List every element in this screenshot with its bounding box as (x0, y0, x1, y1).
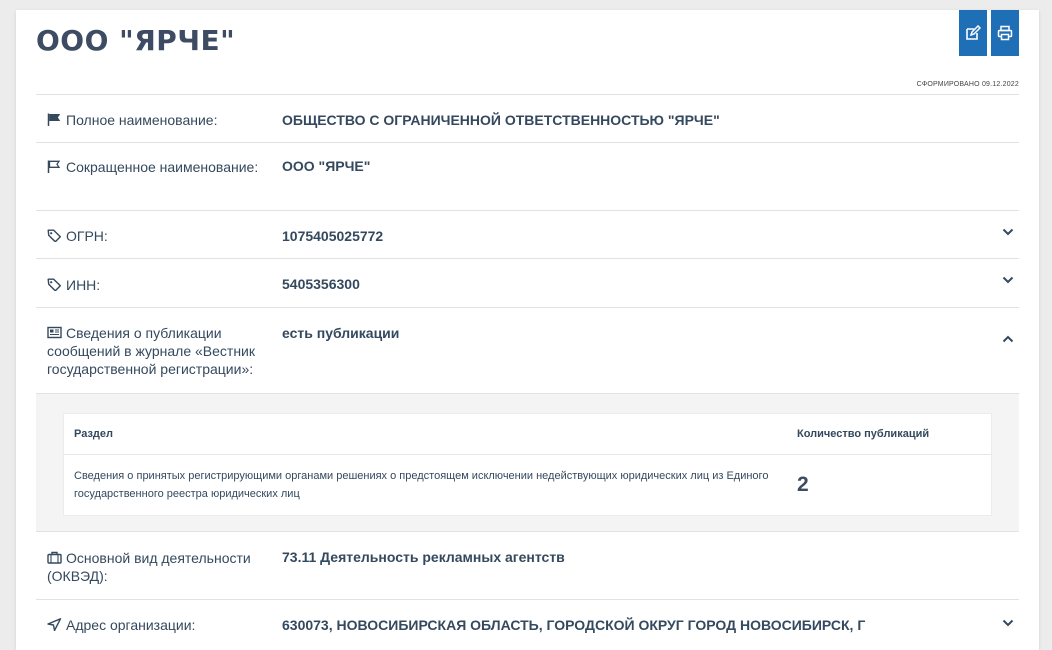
chevron-up-icon[interactable] (1001, 332, 1015, 346)
row-value: 73.11 Деятельность рекламных агентств (282, 549, 565, 565)
publications-panel: Раздел Количество публикаций Сведения о … (36, 393, 1019, 531)
chevron-down-icon[interactable] (1001, 273, 1015, 287)
row-full-name: Полное наименование: ОБЩЕСТВО С ОГРАНИЧЕ… (36, 94, 1019, 142)
tag-icon (47, 229, 61, 242)
row-label: Сокращенное наименование: (66, 159, 259, 175)
row-inn[interactable]: ИНН: 5405356300 (36, 258, 1019, 307)
row-address[interactable]: Адрес организации: 630073, НОВОСИБИРСКАЯ… (36, 599, 1019, 649)
row-label: ОГРН: (66, 228, 108, 244)
edit-icon (966, 25, 981, 40)
column-header-count: Количество публикаций (797, 428, 930, 440)
print-button[interactable] (991, 10, 1019, 56)
tag-icon (47, 278, 61, 291)
table-header: Раздел Количество публикаций (64, 414, 991, 455)
row-label: Адрес организации: (66, 617, 196, 633)
row-okved: Основной вид деятельности (ОКВЭД): 73.11… (36, 531, 1019, 599)
row-publications[interactable]: Сведения о публикации сообщений в журнал… (36, 307, 1019, 393)
row-label: ИНН: (66, 277, 101, 293)
location-arrow-icon (47, 618, 62, 631)
newspaper-icon (47, 326, 62, 339)
flag-outline-icon (47, 160, 61, 173)
row-short-name: Сокращенное наименование: ООО "ЯРЧЕ" (36, 142, 1019, 210)
row-value: 5405356300 (282, 276, 360, 292)
row-label: Сведения о публикации сообщений в журнал… (47, 325, 255, 377)
toolbar (959, 10, 1019, 56)
row-label: Полное наименование: (66, 112, 218, 128)
row-value: есть публикации (282, 325, 400, 341)
company-details: Полное наименование: ОБЩЕСТВО С ОГРАНИЧЕ… (36, 94, 1019, 649)
edit-button[interactable] (959, 10, 987, 56)
company-card: ООО "ЯРЧЕ" СФОРМИРОВАНО 09.12.2022 Полно… (16, 10, 1039, 650)
table-row: Сведения о принятых регистрирующими орга… (64, 455, 991, 515)
chevron-down-icon[interactable] (1001, 225, 1015, 239)
generated-date: СФОРМИРОВАНО 09.12.2022 (916, 81, 1019, 88)
table-cell-section: Сведения о принятых регистрирующими орга… (74, 470, 769, 500)
row-value: ООО "ЯРЧЕ" (282, 158, 371, 174)
publications-table: Раздел Количество публикаций Сведения о … (63, 413, 992, 516)
row-value: 1075405025772 (282, 228, 384, 244)
page-title: ООО "ЯРЧЕ" (36, 24, 236, 57)
briefcase-icon (47, 551, 62, 564)
row-ogrn[interactable]: ОГРН: 1075405025772 (36, 210, 1019, 258)
table-cell-count: 2 (797, 473, 809, 496)
column-header-section: Раздел (74, 428, 113, 440)
flag-filled-icon (47, 113, 61, 126)
row-value: 630073, НОВОСИБИРСКАЯ ОБЛАСТЬ, ГОРОДСКОЙ… (282, 617, 866, 633)
row-value: ОБЩЕСТВО С ОГРАНИЧЕННОЙ ОТВЕТСТВЕННОСТЬЮ… (282, 112, 720, 128)
row-label: Основной вид деятельности (ОКВЭД): (47, 550, 251, 584)
chevron-down-icon[interactable] (1001, 616, 1015, 630)
print-icon (997, 25, 1013, 41)
